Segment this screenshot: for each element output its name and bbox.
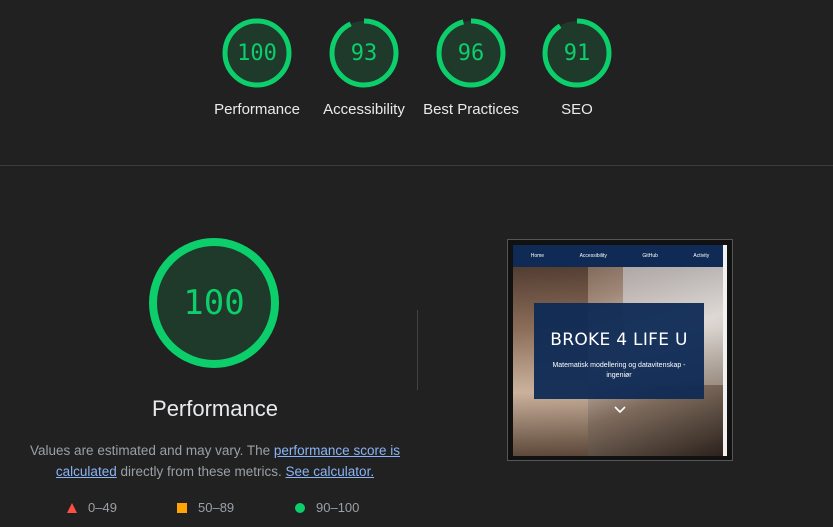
performance-gauge: 100	[149, 238, 279, 368]
screenshot-nav-item: Accessibility	[579, 253, 607, 259]
legend-fail: 0–49	[66, 500, 117, 515]
description-text: Values are estimated and may vary. The	[30, 443, 274, 458]
score-value: 91	[564, 41, 591, 66]
score-ring: 93	[329, 18, 399, 88]
performance-title: Performance	[152, 396, 278, 421]
legend-average: 50–89	[176, 500, 234, 515]
pass-circle-icon	[295, 502, 305, 513]
hero-title: BROKE 4 LIFE U	[550, 330, 688, 350]
gauge-label: Accessibility	[323, 101, 405, 118]
screenshot-nav: Home Accessibility GitHub Activity	[513, 245, 727, 267]
score-ring: 91	[542, 18, 612, 88]
screenshot-hero: BROKE 4 LIFE U Matematisk modellering og…	[534, 303, 704, 399]
hero-subtitle: Matematisk modellering og datavitenskap …	[552, 362, 686, 379]
category-summary-bar: 100 Performance 93 Accessibility 96 Best…	[0, 0, 833, 166]
gauge-seo[interactable]: 91 SEO	[541, 17, 613, 118]
score-ring: 96	[436, 18, 506, 88]
average-square-icon	[177, 502, 187, 513]
gauge-accessibility[interactable]: 93 Accessibility	[323, 17, 405, 118]
gauge-performance[interactable]: 100 Performance	[214, 17, 300, 118]
score-value: 96	[458, 41, 485, 66]
chevron-down-icon	[614, 406, 626, 414]
legend-range: 90–100	[316, 500, 360, 515]
screenshot-scroll-edge	[723, 245, 727, 456]
legend-range: 0–49	[88, 500, 117, 515]
see-calculator-link[interactable]: See calculator.	[286, 464, 375, 479]
gauge-best-practices[interactable]: 96 Best Practices	[423, 17, 519, 118]
score-value: 93	[351, 41, 378, 66]
performance-score-value: 100	[183, 283, 244, 323]
section-divider	[417, 310, 418, 390]
gauge-label: SEO	[561, 101, 593, 118]
description-text-middle: directly from these metrics.	[116, 464, 286, 479]
score-ring: 100	[222, 18, 292, 88]
screenshot-nav-item: GitHub	[642, 253, 658, 259]
screenshot-nav-item: Activity	[693, 253, 710, 259]
screenshot-image: Home Accessibility GitHub Activity BROKE…	[513, 245, 727, 456]
fail-triangle-icon	[67, 502, 77, 513]
final-screenshot[interactable]: Home Accessibility GitHub Activity BROKE…	[507, 239, 733, 461]
score-value: 100	[237, 41, 277, 66]
screenshot-nav-item: Home	[530, 253, 545, 259]
legend-range: 50–89	[198, 500, 235, 515]
legend-pass: 90–100	[294, 500, 359, 515]
performance-description: Values are estimated and may vary. The p…	[30, 440, 400, 482]
